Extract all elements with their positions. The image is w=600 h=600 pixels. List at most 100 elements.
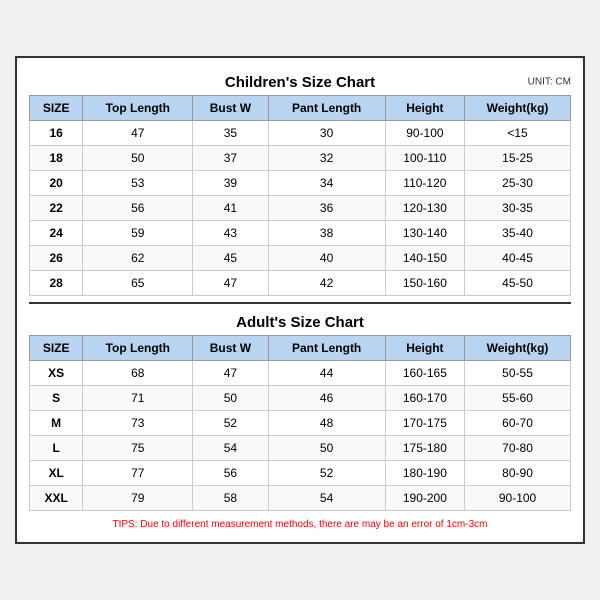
adult-cell: 190-200	[385, 486, 464, 511]
children-cell: <15	[465, 121, 571, 146]
children-cell: 56	[83, 196, 193, 221]
children-title-text: Children's Size Chart	[225, 74, 375, 91]
adult-cell: 80-90	[465, 461, 571, 486]
children-col-pant: Pant Length	[268, 96, 385, 121]
children-cell: 15-25	[465, 146, 571, 171]
children-cell: 30-35	[465, 196, 571, 221]
adult-cell: M	[30, 411, 83, 436]
adult-table-row: M735248170-17560-70	[30, 411, 571, 436]
adult-cell: 79	[83, 486, 193, 511]
children-cell: 26	[30, 246, 83, 271]
adult-col-bust: Bust W	[193, 336, 268, 361]
children-col-size: SIZE	[30, 96, 83, 121]
children-table: SIZE Top Length Bust W Pant Length Heigh…	[29, 95, 571, 296]
adult-cell: 160-170	[385, 386, 464, 411]
children-cell: 24	[30, 221, 83, 246]
children-cell: 47	[193, 271, 268, 296]
children-cell: 150-160	[385, 271, 464, 296]
adult-table-row: XL775652180-19080-90	[30, 461, 571, 486]
adult-section-title: Adult's Size Chart	[29, 306, 571, 335]
children-cell: 45	[193, 246, 268, 271]
adult-cell: L	[30, 436, 83, 461]
children-col-weight: Weight(kg)	[465, 96, 571, 121]
adult-col-size: SIZE	[30, 336, 83, 361]
children-cell: 32	[268, 146, 385, 171]
children-table-row: 22564136120-13030-35	[30, 196, 571, 221]
children-table-row: 24594338130-14035-40	[30, 221, 571, 246]
children-cell: 40-45	[465, 246, 571, 271]
children-cell: 37	[193, 146, 268, 171]
children-table-row: 1647353090-100<15	[30, 121, 571, 146]
adult-cell: 90-100	[465, 486, 571, 511]
adult-cell: 60-70	[465, 411, 571, 436]
adult-cell: 71	[83, 386, 193, 411]
adult-cell: 52	[193, 411, 268, 436]
section-divider	[29, 302, 571, 304]
children-col-top-length: Top Length	[83, 96, 193, 121]
children-cell: 18	[30, 146, 83, 171]
children-cell: 110-120	[385, 171, 464, 196]
adult-cell: 55-60	[465, 386, 571, 411]
adult-table: SIZE Top Length Bust W Pant Length Heigh…	[29, 335, 571, 511]
adult-cell: XS	[30, 361, 83, 386]
adult-cell: 48	[268, 411, 385, 436]
children-cell: 50	[83, 146, 193, 171]
adult-cell: 180-190	[385, 461, 464, 486]
size-chart-container: Children's Size Chart UNIT: CM SIZE Top …	[15, 56, 585, 544]
adult-cell: S	[30, 386, 83, 411]
adult-cell: 73	[83, 411, 193, 436]
adult-title-text: Adult's Size Chart	[236, 314, 364, 331]
adult-cell: 44	[268, 361, 385, 386]
adult-cell: 50-55	[465, 361, 571, 386]
adult-cell: 70-80	[465, 436, 571, 461]
children-cell: 100-110	[385, 146, 464, 171]
children-cell: 28	[30, 271, 83, 296]
children-cell: 38	[268, 221, 385, 246]
adult-cell: 170-175	[385, 411, 464, 436]
unit-label: UNIT: CM	[528, 76, 571, 87]
adult-header-row: SIZE Top Length Bust W Pant Length Heigh…	[30, 336, 571, 361]
adult-cell: 46	[268, 386, 385, 411]
adult-table-row: XXL795854190-20090-100	[30, 486, 571, 511]
children-section-title: Children's Size Chart UNIT: CM	[29, 68, 571, 95]
tips-text: TIPS: Due to different measurement metho…	[29, 511, 571, 530]
children-cell: 39	[193, 171, 268, 196]
children-cell: 35-40	[465, 221, 571, 246]
children-cell: 62	[83, 246, 193, 271]
children-cell: 120-130	[385, 196, 464, 221]
children-cell: 40	[268, 246, 385, 271]
children-cell: 65	[83, 271, 193, 296]
adult-col-top-length: Top Length	[83, 336, 193, 361]
children-col-bust: Bust W	[193, 96, 268, 121]
children-cell: 43	[193, 221, 268, 246]
children-table-row: 20533934110-12025-30	[30, 171, 571, 196]
children-table-row: 18503732100-11015-25	[30, 146, 571, 171]
children-header-row: SIZE Top Length Bust W Pant Length Heigh…	[30, 96, 571, 121]
adult-table-row: S715046160-17055-60	[30, 386, 571, 411]
children-cell: 42	[268, 271, 385, 296]
adult-cell: 175-180	[385, 436, 464, 461]
adult-col-height: Height	[385, 336, 464, 361]
adult-cell: 77	[83, 461, 193, 486]
children-cell: 59	[83, 221, 193, 246]
children-table-row: 28654742150-16045-50	[30, 271, 571, 296]
adult-cell: 58	[193, 486, 268, 511]
adult-cell: 54	[268, 486, 385, 511]
children-cell: 20	[30, 171, 83, 196]
adult-cell: 50	[193, 386, 268, 411]
children-cell: 16	[30, 121, 83, 146]
adult-cell: 54	[193, 436, 268, 461]
adult-cell: 160-165	[385, 361, 464, 386]
children-cell: 90-100	[385, 121, 464, 146]
children-cell: 41	[193, 196, 268, 221]
adult-table-row: XS684744160-16550-55	[30, 361, 571, 386]
children-cell: 34	[268, 171, 385, 196]
children-table-row: 26624540140-15040-45	[30, 246, 571, 271]
children-cell: 35	[193, 121, 268, 146]
adult-cell: 52	[268, 461, 385, 486]
children-cell: 45-50	[465, 271, 571, 296]
adult-cell: 68	[83, 361, 193, 386]
adult-cell: XL	[30, 461, 83, 486]
adult-table-row: L755450175-18070-80	[30, 436, 571, 461]
children-cell: 22	[30, 196, 83, 221]
